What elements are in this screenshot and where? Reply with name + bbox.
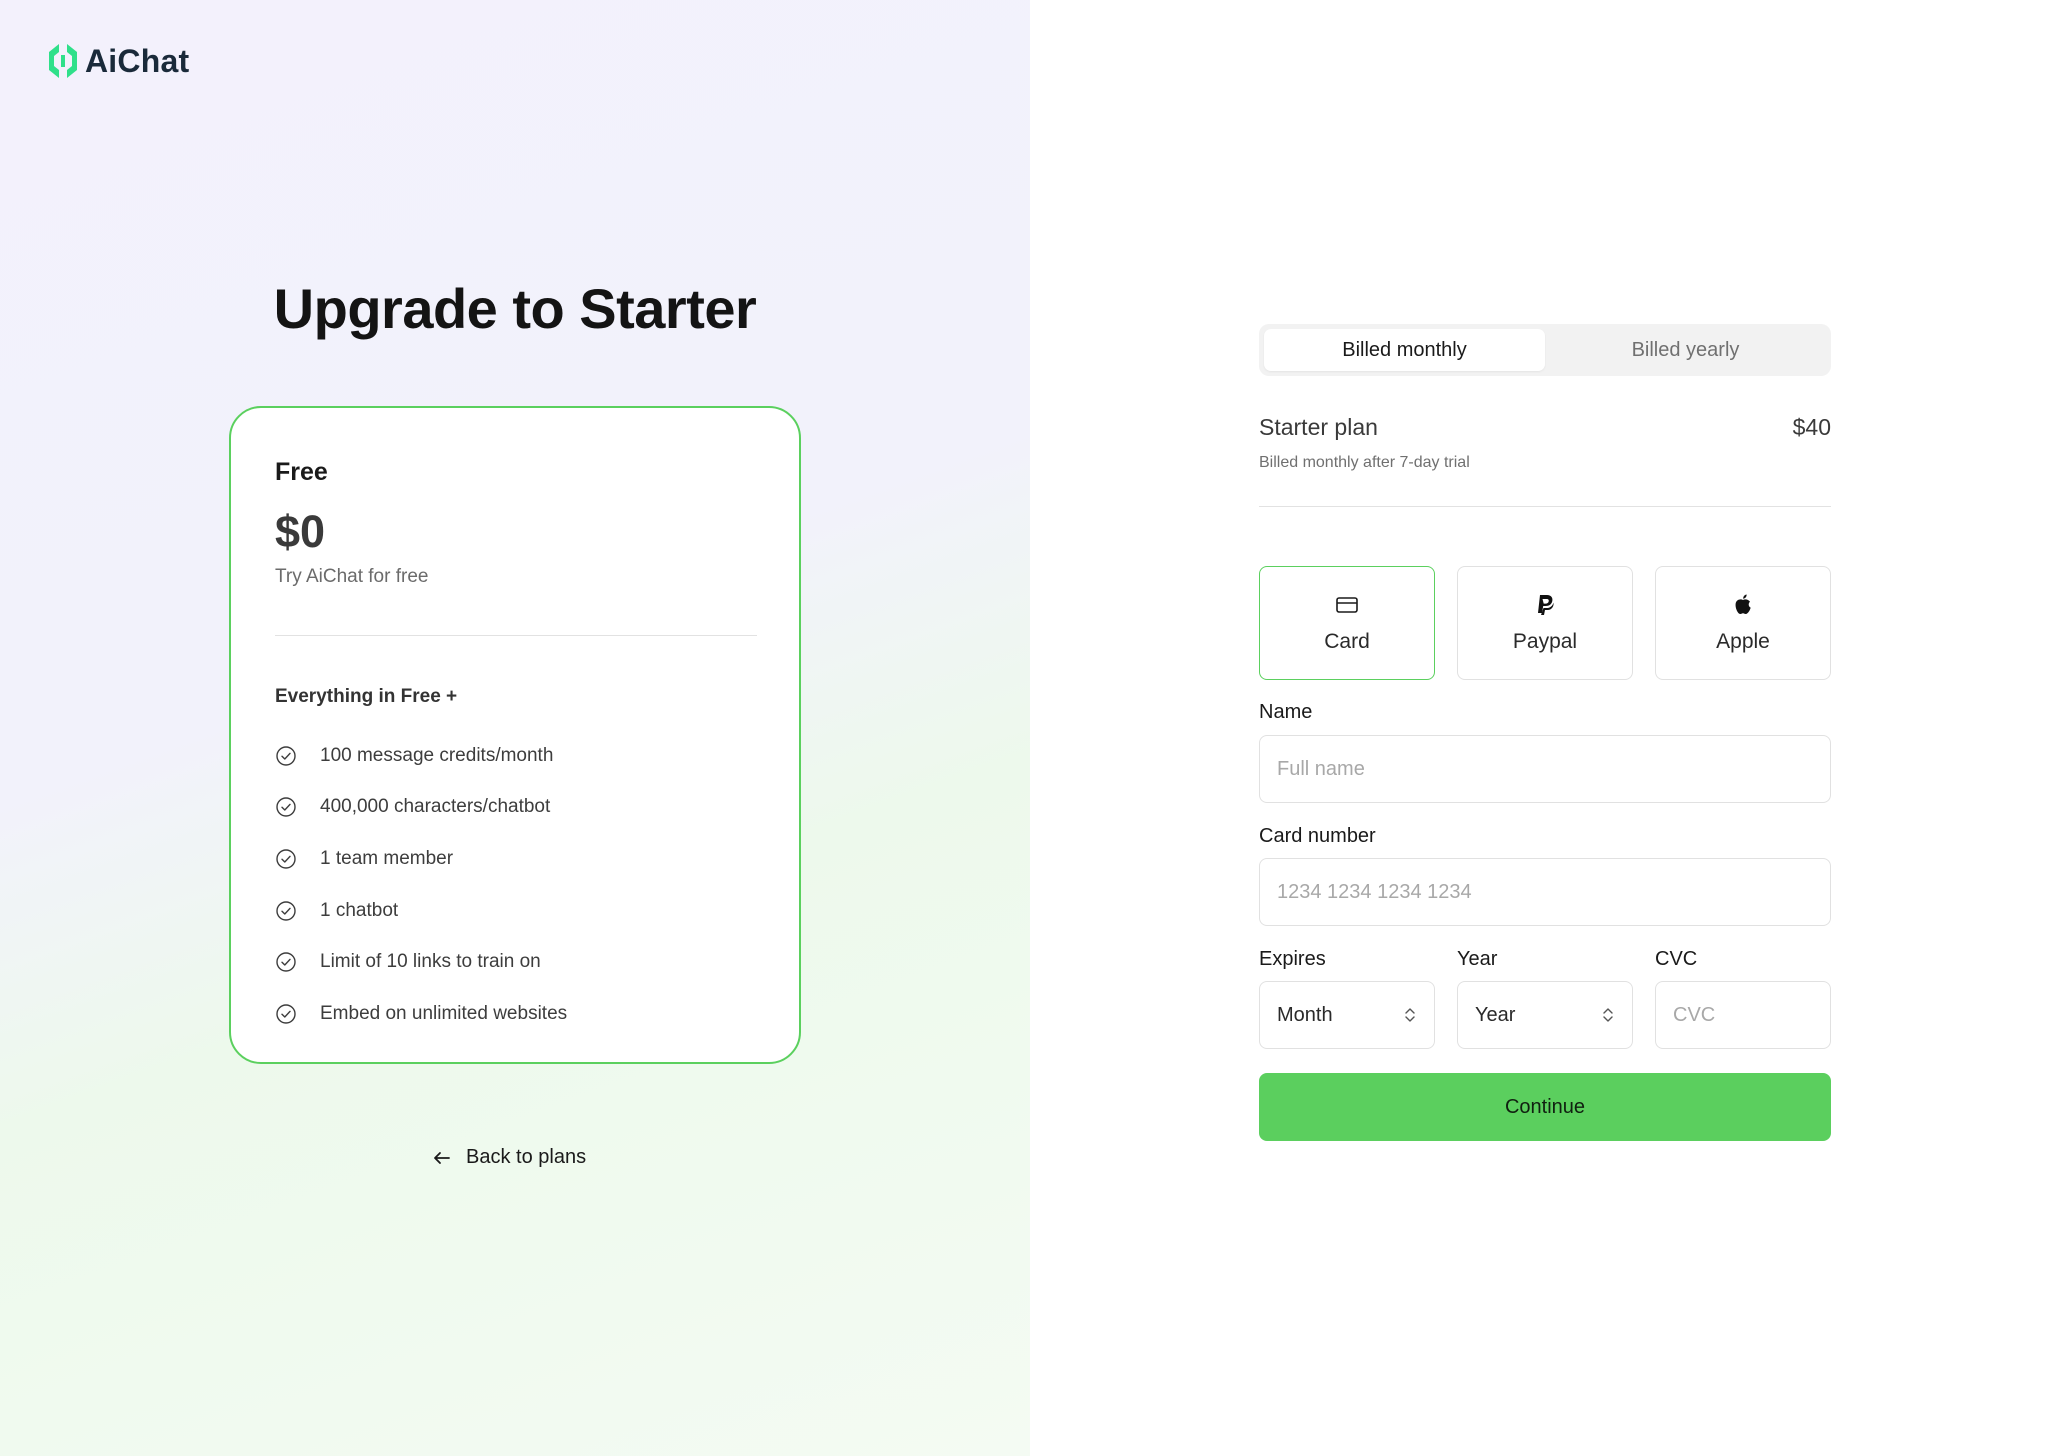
cvc-label: CVC xyxy=(1655,948,1698,970)
arrow-left-icon xyxy=(434,1151,450,1164)
summary-divider xyxy=(1259,506,1831,507)
year-select-value: Year xyxy=(1475,1003,1516,1026)
summary-billing-note: Billed monthly after 7-day trial xyxy=(1259,454,1470,471)
billing-toggle: Billed monthly Billed yearly xyxy=(1259,324,1831,376)
brand-logo[interactable]: AiChat xyxy=(45,42,189,80)
expires-label: Expires xyxy=(1259,948,1326,970)
feature-text: Embed on unlimited websites xyxy=(320,1002,568,1024)
billed-monthly-tab[interactable]: Billed monthly xyxy=(1264,329,1545,371)
back-link-label: Back to plans xyxy=(466,1146,587,1168)
feature-text: 1 chatbot xyxy=(320,899,399,921)
list-item: 1 team member xyxy=(275,833,567,885)
plan-divider xyxy=(275,635,757,636)
check-circle-icon xyxy=(276,849,296,869)
payment-method-label: Paypal xyxy=(1512,630,1578,653)
list-item: 1 chatbot xyxy=(275,885,567,937)
left-panel: AiChat Upgrade to Starter Free $0 Try Ai… xyxy=(0,0,1030,1456)
feature-text: 400,000 characters/chatbot xyxy=(320,796,551,818)
check-circle-icon xyxy=(276,797,296,818)
brand-name: AiChat xyxy=(85,42,190,79)
back-to-plans-link[interactable]: Back to plans xyxy=(432,1146,586,1169)
feature-text: 1 team member xyxy=(320,847,454,869)
credit-card-icon xyxy=(1334,592,1360,618)
year-label: Year xyxy=(1457,948,1498,970)
right-panel xyxy=(1030,0,2048,1456)
check-circle-icon xyxy=(276,746,296,766)
expiry-month-select[interactable]: Month xyxy=(1259,981,1435,1049)
plan-description: Try AiChat for free xyxy=(275,566,429,587)
paypal-icon xyxy=(1532,592,1558,618)
billed-yearly-tab[interactable]: Billed yearly xyxy=(1545,329,1826,371)
summary-plan-name: Starter plan xyxy=(1259,414,1378,440)
apple-icon xyxy=(1730,592,1756,618)
feature-text: 100 message credits/month xyxy=(320,744,554,766)
logo-mark-icon xyxy=(49,44,77,78)
continue-button[interactable]: Continue xyxy=(1259,1073,1831,1141)
list-item: Embed on unlimited websites xyxy=(275,988,567,1040)
chevron-up-down-icon xyxy=(1603,1008,1613,1022)
plan-price: $0 xyxy=(275,506,326,557)
plan-card: Free $0 Try AiChat for free Everything i… xyxy=(229,406,801,1064)
month-select-value: Month xyxy=(1277,1003,1333,1026)
summary-plan-price: $40 xyxy=(1792,414,1831,440)
name-label: Name xyxy=(1259,701,1313,723)
check-circle-icon xyxy=(276,900,296,921)
card-number-label: Card number xyxy=(1259,825,1376,847)
check-circle-icon xyxy=(276,1004,296,1024)
cvc-input[interactable] xyxy=(1655,981,1831,1049)
payment-method-apple[interactable]: Apple xyxy=(1655,566,1831,680)
plan-name: Free xyxy=(275,458,328,486)
full-name-input[interactable] xyxy=(1259,735,1831,803)
payment-method-label: Card xyxy=(1324,630,1370,653)
card-number-input[interactable] xyxy=(1259,858,1831,926)
payment-method-paypal[interactable]: Paypal xyxy=(1457,566,1633,680)
list-item: Limit of 10 links to train on xyxy=(275,936,567,988)
feature-text: Limit of 10 links to train on xyxy=(320,951,541,973)
payment-method-card[interactable]: Card xyxy=(1259,566,1435,680)
page-title: Upgrade to Starter xyxy=(273,277,757,340)
check-circle-icon xyxy=(276,952,296,972)
feature-list: 100 message credits/month 400,000 charac… xyxy=(275,730,567,1040)
list-item: 400,000 characters/chatbot xyxy=(275,782,567,834)
chevron-up-down-icon xyxy=(1405,1008,1415,1022)
expiry-year-select[interactable]: Year xyxy=(1457,981,1633,1049)
plan-features-title: Everything in Free + xyxy=(275,686,458,707)
list-item: 100 message credits/month xyxy=(275,730,567,782)
payment-method-label: Apple xyxy=(1716,630,1770,653)
